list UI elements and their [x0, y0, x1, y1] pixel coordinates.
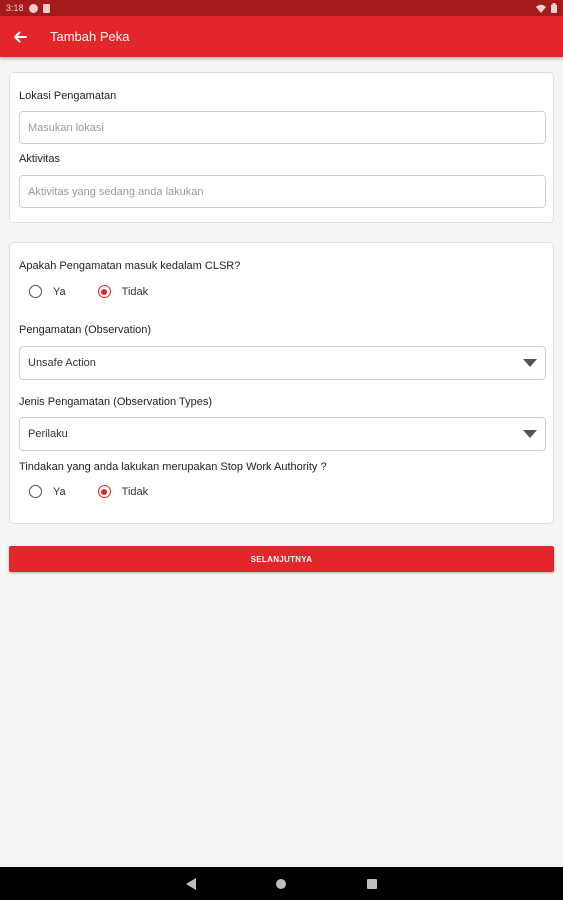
triangle-left-icon[interactable] — [186, 878, 196, 890]
next-button[interactable]: SELANJUTNYA — [9, 546, 554, 572]
location-card: Lokasi Pengamatan Aktivitas — [9, 72, 554, 223]
swa-radio-group: Ya Tidak — [29, 485, 148, 498]
observation-type-select-value: Perilaku — [28, 428, 68, 440]
clsr-question-label: Apakah Pengamatan masuk kedalam CLSR? — [19, 260, 241, 272]
radio-checked-icon[interactable] — [97, 285, 111, 298]
radio-checked-icon[interactable] — [97, 485, 111, 498]
activity-label: Aktivitas — [19, 153, 60, 165]
triangle-down-icon — [523, 430, 537, 438]
clsr-option-no[interactable]: Tidak — [97, 285, 149, 298]
activity-input[interactable] — [19, 175, 546, 208]
observation-select-value: Unsafe Action — [28, 357, 96, 369]
observation-type-select[interactable]: Perilaku — [19, 417, 546, 451]
clsr-option-yes-label: Ya — [53, 285, 66, 298]
swa-option-no-label: Tidak — [121, 485, 149, 498]
clsr-option-yes[interactable]: Ya — [29, 285, 66, 298]
clsr-radio-group: Ya Tidak — [29, 285, 148, 298]
observation-card: Apakah Pengamatan masuk kedalam CLSR? Ya… — [9, 242, 554, 524]
wifi-icon — [536, 4, 546, 13]
swa-question-label: Tindakan yang anda lakukan merupakan Sto… — [19, 461, 327, 473]
clsr-option-no-label: Tidak — [121, 285, 149, 298]
swa-option-yes[interactable]: Ya — [29, 485, 66, 498]
app-bar: Tambah Peka — [0, 16, 563, 57]
arrow-left-icon — [14, 31, 27, 42]
notification-icon — [28, 3, 38, 13]
triangle-down-icon — [523, 359, 537, 367]
swa-option-yes-label: Ya — [53, 485, 66, 498]
location-label: Lokasi Pengamatan — [19, 90, 117, 102]
circle-icon[interactable] — [276, 879, 286, 889]
observation-select[interactable]: Unsafe Action — [19, 346, 546, 380]
page-title: Tambah Peka — [50, 29, 130, 44]
back-button[interactable] — [0, 16, 40, 57]
status-bar: 3:18 — [0, 0, 563, 16]
location-input[interactable] — [19, 111, 546, 144]
swa-option-no[interactable]: Tidak — [97, 485, 149, 498]
battery-icon — [551, 3, 557, 13]
square-icon[interactable] — [367, 879, 377, 889]
status-time: 3:18 — [6, 3, 24, 13]
radio-unchecked-icon[interactable] — [29, 285, 42, 298]
observation-label: Pengamatan (Observation) — [19, 324, 152, 336]
sim-icon — [42, 3, 50, 13]
radio-unchecked-icon[interactable] — [29, 485, 42, 498]
system-nav-bar — [0, 867, 563, 900]
observation-type-label: Jenis Pengamatan (Observation Types) — [19, 396, 213, 408]
